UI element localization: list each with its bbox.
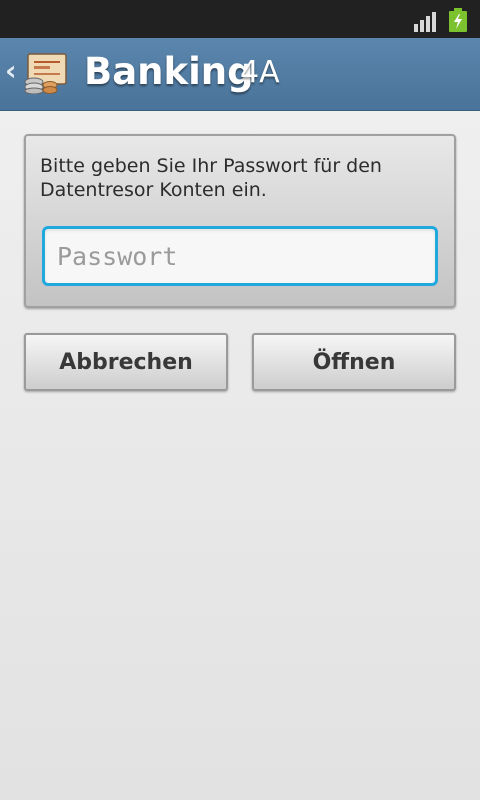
battery-charging-icon xyxy=(449,8,467,32)
open-button[interactable]: Öffnen xyxy=(252,333,456,391)
chevron-left-icon[interactable]: ‹ xyxy=(5,54,17,87)
status-bar xyxy=(0,0,480,38)
action-bar: ‹ Banking 4A xyxy=(0,38,480,111)
app-title: Banking xyxy=(84,50,254,93)
password-field[interactable] xyxy=(42,226,438,286)
signal-bars-icon xyxy=(414,10,440,32)
app-subtitle: 4A xyxy=(240,55,280,90)
password-prompt: Bitte geben Sie Ihr Passwort für den Dat… xyxy=(40,155,382,201)
password-input[interactable] xyxy=(45,229,435,283)
cancel-button[interactable]: Abbrechen xyxy=(24,333,228,391)
password-dialog: Bitte geben Sie Ihr Passwort für den Dat… xyxy=(24,134,456,308)
banking-safe-coins-icon[interactable] xyxy=(22,52,68,94)
